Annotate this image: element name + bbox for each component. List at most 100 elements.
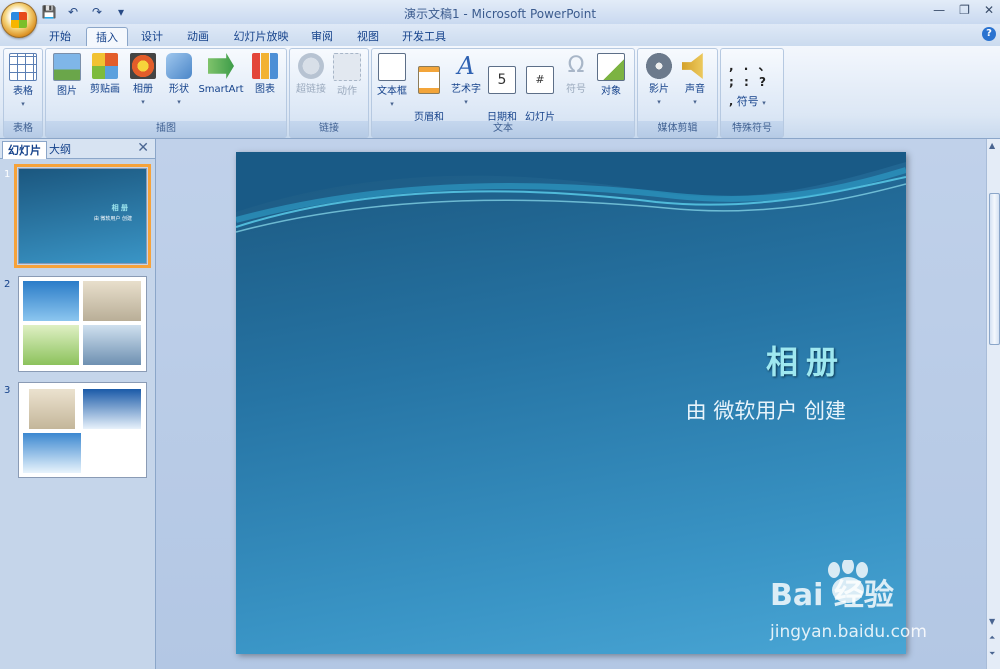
- shapes-icon: [166, 53, 192, 79]
- slide-number: 3: [4, 385, 11, 396]
- close-icon[interactable]: ✕: [137, 140, 149, 156]
- smartart-button[interactable]: SmartArt: [198, 53, 244, 96]
- tab-design[interactable]: 设计: [134, 27, 170, 46]
- dropdown-arrow-icon: ▾: [464, 98, 468, 106]
- group-label-links: 链接: [290, 121, 368, 137]
- symbols-row-1[interactable]: , . 、: [729, 57, 779, 74]
- object-button[interactable]: 对象: [596, 53, 626, 98]
- slide-thumbnail-1[interactable]: 相 册 由 微软用户 创建: [14, 164, 151, 268]
- close-icon[interactable]: ✕: [984, 3, 994, 17]
- slide-subtitle[interactable]: 由 微软用户 创建: [686, 395, 846, 425]
- dropdown-arrow-icon: ▾: [657, 98, 661, 106]
- thumb-image: [83, 325, 141, 365]
- undo-icon[interactable]: ↶: [64, 4, 82, 20]
- symbols-row-3: ,: [729, 95, 734, 108]
- group-label-special-symbols: 特殊符号: [721, 121, 783, 137]
- scroll-down-icon[interactable]: ▼: [989, 617, 995, 626]
- save-icon[interactable]: 💾: [40, 4, 58, 20]
- action-button[interactable]: 动作: [330, 53, 364, 98]
- vertical-scrollbar[interactable]: ▲ ▼ ⏶ ⏷: [986, 139, 1000, 669]
- table-icon: [9, 53, 37, 81]
- previous-slide-icon[interactable]: ⏶: [989, 633, 995, 643]
- chart-icon: [252, 53, 278, 79]
- photo-album-button[interactable]: 相册 ▾: [128, 53, 158, 109]
- group-label-media: 媒体剪辑: [638, 121, 717, 137]
- quick-access-toolbar: 💾 ↶ ↷ ▾: [40, 3, 130, 21]
- slide-title[interactable]: 相册: [766, 337, 846, 383]
- group-label-illustrations: 插图: [46, 121, 286, 137]
- tab-insert[interactable]: 插入: [86, 27, 128, 47]
- hyperlink-button[interactable]: 超链接: [294, 53, 328, 96]
- office-button[interactable]: [1, 2, 37, 38]
- minimize-icon[interactable]: —: [933, 3, 945, 17]
- thumb-image: [83, 389, 141, 429]
- group-links: 超链接 动作 链接: [289, 48, 369, 138]
- sound-button[interactable]: 声音 ▾: [678, 53, 712, 109]
- group-illustrations: 图片 剪贴画 相册 ▾ 形状 ▾ SmartArt 图表 插图: [45, 48, 287, 138]
- dropdown-arrow-icon: ▾: [177, 98, 181, 106]
- thumb-image: [29, 389, 75, 429]
- title-bar: 演示文稿1 - Microsoft PowerPoint 💾 ↶ ↷ ▾ — ❐…: [0, 0, 1000, 25]
- group-media: 影片 ▾ 声音 ▾ 媒体剪辑: [637, 48, 718, 138]
- slide-thumbnail-2[interactable]: [18, 276, 147, 372]
- thumb-image: [83, 281, 141, 321]
- symbol-dropdown-button[interactable]: , 符号 ▾: [729, 93, 783, 109]
- group-label-table: 表格: [4, 121, 42, 137]
- dropdown-arrow-icon: ▾: [21, 100, 25, 108]
- help-icon[interactable]: ?: [982, 27, 996, 41]
- tab-animation[interactable]: 动画: [180, 27, 216, 46]
- shapes-button[interactable]: 形状 ▾: [164, 53, 194, 109]
- group-table: 表格 ▾ 表格: [3, 48, 43, 138]
- scroll-up-icon[interactable]: ▲: [989, 141, 995, 150]
- slide-number-icon: #: [526, 66, 554, 94]
- thumb-image: [23, 433, 81, 473]
- customize-icon[interactable]: ▾: [112, 4, 130, 20]
- slide-wave-decoration: [236, 152, 906, 233]
- tab-outline[interactable]: 大纲: [44, 141, 76, 158]
- tab-view[interactable]: 视图: [350, 27, 386, 46]
- slide-number: 1: [4, 169, 11, 180]
- thumb-subtitle: 由 微软用户 创建: [93, 216, 132, 222]
- header-footer-icon: [418, 66, 440, 94]
- object-icon: [597, 53, 625, 81]
- dropdown-arrow-icon: ▾: [693, 98, 697, 106]
- tab-slides[interactable]: 幻灯片: [2, 141, 47, 159]
- omega-icon: Ω: [567, 53, 585, 78]
- picture-button[interactable]: 图片: [52, 53, 82, 98]
- symbols-row-2[interactable]: ; : ?: [729, 75, 779, 89]
- dropdown-arrow-icon: ▾: [141, 98, 145, 106]
- calendar-icon: 5: [488, 66, 516, 94]
- group-text: 文本框 ▾ 页眉和 页脚 A 艺术字 ▾ 5 日期和 时间 # 幻灯片 编号 Ω…: [371, 48, 635, 138]
- thumb-title: 相 册: [111, 204, 128, 212]
- picture-icon: [53, 53, 81, 81]
- speaker-icon: [682, 53, 703, 79]
- textbox-button[interactable]: 文本框 ▾: [374, 53, 410, 111]
- wordart-button[interactable]: A 艺术字 ▾: [448, 53, 484, 109]
- scrollbar-thumb[interactable]: [989, 193, 1000, 345]
- tab-review[interactable]: 审阅: [304, 27, 340, 46]
- group-label-text: 文本: [372, 121, 634, 137]
- symbol-button[interactable]: Ω 符号: [562, 53, 590, 96]
- table-button[interactable]: 表格 ▾: [8, 53, 38, 111]
- clipart-icon: [92, 53, 118, 79]
- restore-icon[interactable]: ❐: [959, 3, 970, 17]
- tab-developer[interactable]: 开发工具: [396, 27, 452, 46]
- redo-icon[interactable]: ↷: [88, 4, 106, 20]
- wordart-icon: A: [457, 52, 475, 80]
- office-logo-icon: [11, 12, 27, 28]
- tab-home[interactable]: 开始: [42, 27, 78, 46]
- clipart-button[interactable]: 剪贴画: [88, 53, 122, 96]
- textbox-icon: [378, 53, 406, 81]
- dropdown-arrow-icon: ▾: [762, 99, 766, 107]
- tab-slideshow[interactable]: 幻灯片放映: [228, 27, 294, 46]
- chart-button[interactable]: 图表: [250, 53, 280, 96]
- movie-button[interactable]: 影片 ▾: [642, 53, 676, 109]
- pane-tabs: 幻灯片 大纲 ✕: [0, 139, 155, 159]
- film-reel-icon: [646, 53, 672, 79]
- thumb-image: [23, 325, 79, 365]
- next-slide-icon[interactable]: ⏷: [989, 649, 995, 659]
- slide-thumbnail-3[interactable]: [18, 382, 147, 478]
- group-special-symbols: , . 、 ; : ? , 符号 ▾ 特殊符号: [720, 48, 784, 138]
- action-icon: [333, 53, 361, 81]
- window-title: 演示文稿1 - Microsoft PowerPoint: [403, 7, 597, 21]
